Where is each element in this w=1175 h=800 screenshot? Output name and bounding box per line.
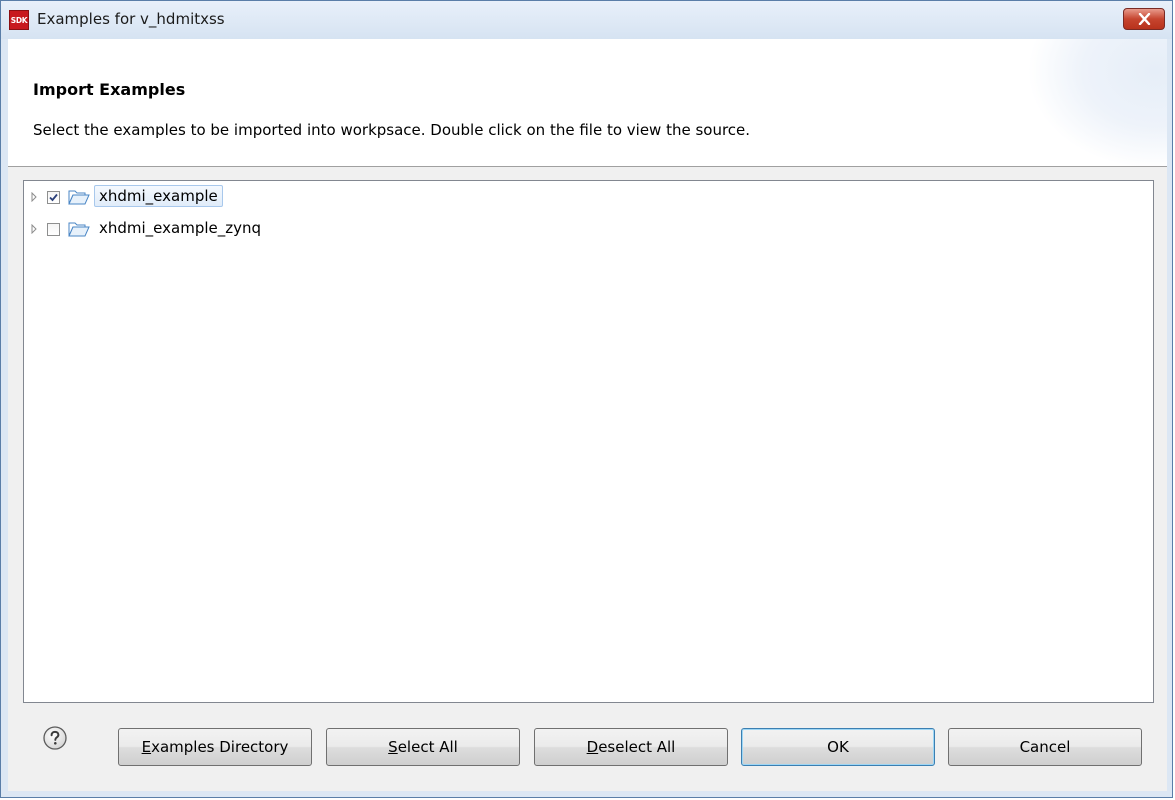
tree-item-checkbox[interactable] [47,191,60,204]
select-all-button[interactable]: Select All [326,728,520,766]
tree-item[interactable]: xhdmi_example [24,185,324,209]
title-bar[interactable]: SDK Examples for v_hdmitxss [1,1,1172,39]
tree-item-checkbox[interactable] [47,223,60,236]
expand-arrow-icon[interactable] [29,224,39,234]
cancel-label: Cancel [1019,738,1071,756]
sdk-app-icon: SDK [9,10,29,30]
checkmark-icon [49,193,58,202]
folder-open-icon [68,190,90,205]
help-icon[interactable] [43,726,67,750]
examples-directory-button[interactable]: Examples Directory [118,728,312,766]
select-all-mnemonic: S [388,738,398,756]
header-banner: Import Examples Select the examples to b… [8,39,1167,166]
dialog-window: SDK Examples for v_hdmitxss Import Examp… [0,0,1173,798]
close-button[interactable] [1123,8,1165,30]
page-description: Select the examples to be imported into … [33,121,751,139]
deselect-all-button[interactable]: Deselect All [534,728,728,766]
examples-tree[interactable]: xhdmi_example xhdmi_example_zynq [23,180,1154,703]
page-title: Import Examples [33,80,186,99]
select-all-label: elect All [397,738,458,756]
close-icon [1138,13,1151,25]
ok-button[interactable]: OK [741,728,935,766]
app-icon-text: SDK [10,15,28,25]
expand-arrow-icon[interactable] [29,192,39,202]
deselect-all-label: eselect All [598,738,676,756]
cancel-button[interactable]: Cancel [948,728,1142,766]
tree-item-label[interactable]: xhdmi_example [94,185,223,207]
tree-item[interactable]: xhdmi_example_zynq [24,217,364,241]
folder-open-icon [68,222,90,237]
deselect-all-mnemonic: D [586,738,599,756]
window-title: Examples for v_hdmitxss [37,10,225,28]
ok-label: OK [827,738,849,756]
examples-directory-label: xamples Directory [151,738,289,756]
header-decoration [1027,39,1167,166]
tree-item-label[interactable]: xhdmi_example_zynq [95,218,265,238]
examples-directory-mnemonic: E [141,738,152,756]
